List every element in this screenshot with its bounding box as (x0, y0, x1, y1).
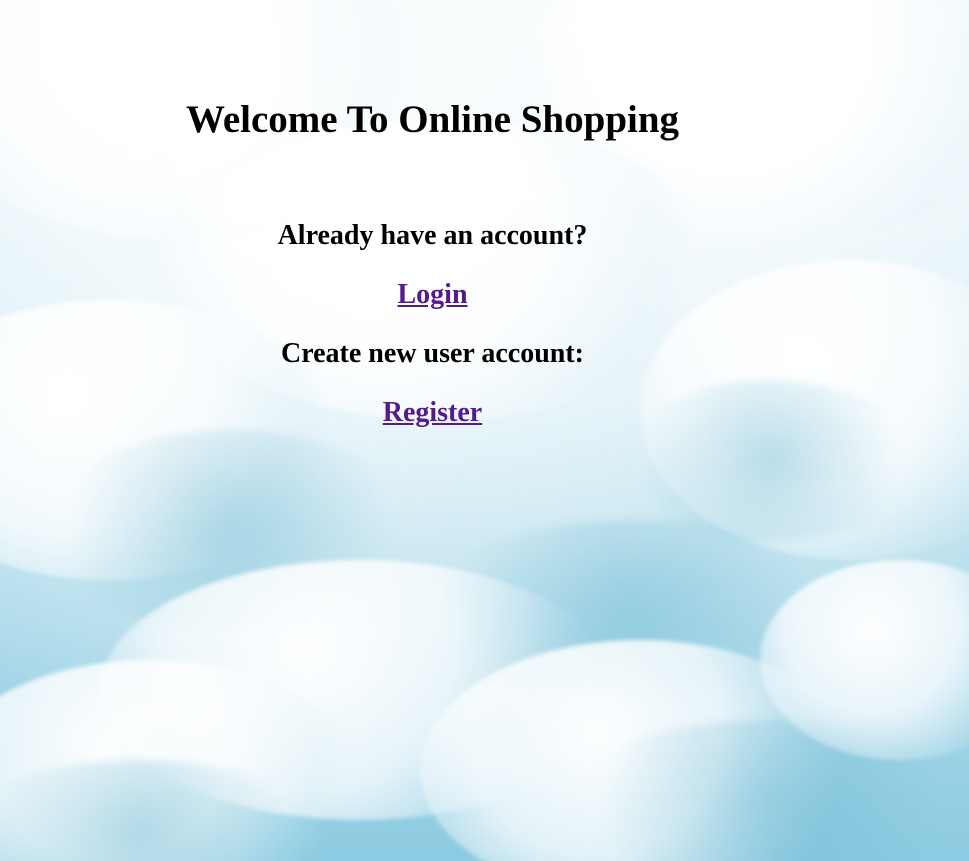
login-link[interactable]: Login (397, 279, 467, 310)
login-prompt: Already have an account? (277, 220, 588, 251)
login-line: Login (0, 278, 865, 312)
register-link[interactable]: Register (383, 397, 483, 428)
page-title: Welcome To Online Shopping (185, 98, 680, 141)
register-line: Register (0, 396, 865, 430)
register-prompt: Create new user account: (280, 338, 584, 369)
